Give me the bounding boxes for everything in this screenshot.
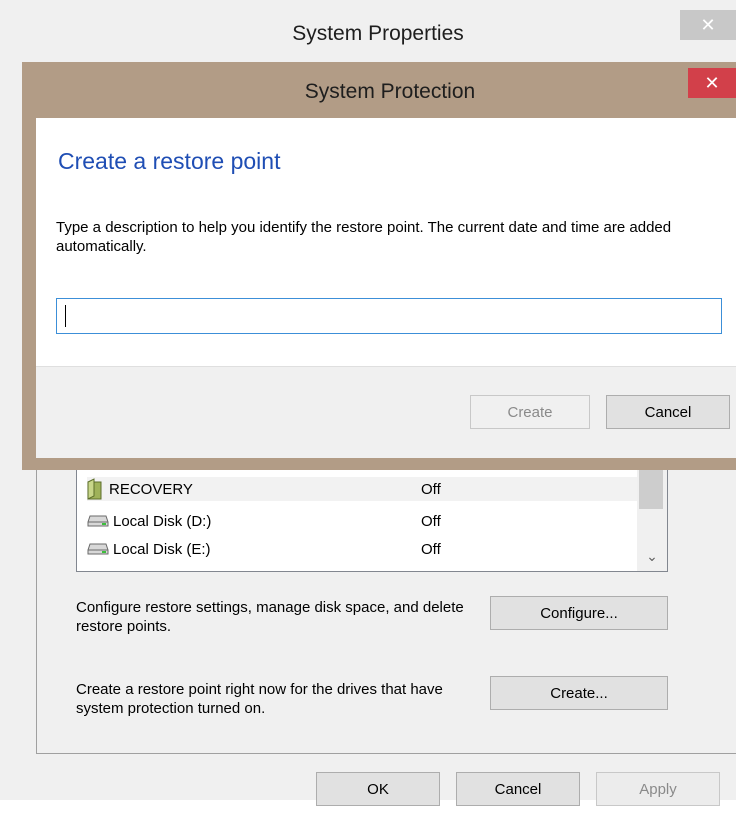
drive-status: Off (421, 512, 441, 530)
configure-description: Configure restore settings, manage disk … (76, 599, 464, 635)
scrollbar-thumb[interactable] (639, 467, 663, 509)
folder-icon (87, 478, 102, 500)
apply-button[interactable]: Apply (596, 772, 720, 806)
drive-icon (87, 543, 109, 555)
ok-button[interactable]: OK (316, 772, 440, 806)
drive-name: RECOVERY (109, 480, 193, 498)
drive-row-local-disk-e[interactable]: Local Disk (E:) Off (87, 537, 637, 561)
restore-point-description-input[interactable] (56, 298, 722, 334)
dialog-content: Create a restore point Type a descriptio… (36, 118, 736, 458)
drive-status: Off (421, 480, 441, 498)
chevron-down-icon[interactable]: ⌄ (637, 545, 667, 567)
drive-icon (87, 515, 109, 527)
dialog-footer: Create Cancel (36, 366, 736, 458)
close-icon[interactable]: ✕ (680, 10, 736, 40)
system-protection-dialog: System Protection ✕ Create a restore poi… (22, 62, 736, 470)
window-title: System Properties (292, 22, 464, 45)
dialog-cancel-button[interactable]: Cancel (606, 395, 730, 429)
drive-name: Local Disk (D:) (113, 512, 212, 530)
cancel-button[interactable]: Cancel (456, 772, 580, 806)
drive-status: Off (421, 540, 441, 558)
create-restore-point-button[interactable]: Create... (490, 676, 668, 710)
dialog-heading: Create a restore point (58, 148, 281, 174)
drive-name: Local Disk (E:) (113, 540, 211, 558)
system-properties-titlebar: System Properties ✕ (0, 0, 736, 64)
close-icon[interactable]: ✕ (688, 68, 736, 98)
text-cursor (65, 305, 66, 327)
scrollbar[interactable]: ⌄ (637, 463, 667, 571)
create-description: Create a restore point right now for the… (76, 681, 443, 717)
drive-row-local-disk-d[interactable]: Local Disk (D:) Off (87, 509, 637, 533)
drive-row-recovery[interactable]: RECOVERY Off (87, 477, 637, 501)
drive-list[interactable]: RECOVERY Off Local Disk (D:) Off Local D… (76, 462, 668, 572)
dialog-description: Type a description to help you identify … (56, 219, 672, 255)
configure-button[interactable]: Configure... (490, 596, 668, 630)
dialog-title: System Protection (304, 80, 476, 103)
create-button[interactable]: Create (470, 395, 590, 429)
